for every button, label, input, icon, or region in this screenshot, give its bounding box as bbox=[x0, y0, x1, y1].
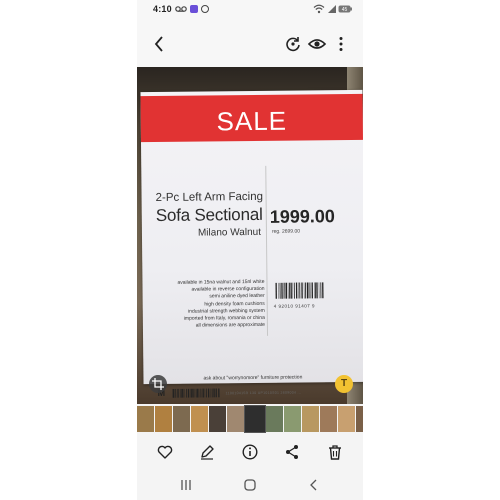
regular-price: reg. 2699.00 bbox=[271, 228, 301, 235]
product-line1: 2-Pc Left Arm Facing bbox=[155, 190, 264, 205]
battery-icon: 45 bbox=[338, 5, 352, 13]
voicemail-icon bbox=[175, 6, 187, 12]
filmstrip-thumb[interactable] bbox=[302, 406, 319, 432]
trash-icon[interactable] bbox=[326, 443, 344, 461]
barcode bbox=[275, 282, 324, 299]
filmstrip-thumb[interactable] bbox=[320, 406, 337, 432]
eye-icon[interactable] bbox=[307, 34, 327, 54]
bottom-codes: 110010415R 130 UP1010S01 2609004 ... bbox=[225, 390, 302, 396]
app-notification-icon bbox=[190, 5, 198, 13]
status-bar: 4:10 45 bbox=[137, 0, 363, 20]
share-icon[interactable] bbox=[283, 443, 301, 461]
action-bar bbox=[137, 437, 363, 467]
protection-note: ask about "worrynomore" furniture protec… bbox=[203, 374, 303, 382]
filmstrip-thumb[interactable] bbox=[173, 406, 190, 432]
recents-icon[interactable] bbox=[179, 478, 193, 492]
heart-icon[interactable] bbox=[156, 443, 174, 461]
tag-divider bbox=[265, 165, 269, 336]
sale-price: 1999.00 bbox=[269, 206, 335, 227]
filmstrip-thumb[interactable] bbox=[137, 406, 154, 432]
home-icon[interactable] bbox=[243, 478, 257, 492]
wifi-icon bbox=[313, 4, 325, 14]
signal-icon bbox=[328, 5, 336, 13]
crop-icon[interactable] bbox=[149, 375, 167, 393]
app-bar bbox=[137, 20, 363, 67]
text-extract-icon[interactable]: T bbox=[335, 375, 353, 393]
filmstrip-thumb[interactable] bbox=[227, 406, 244, 432]
navigation-bar bbox=[137, 470, 363, 500]
feature-list: available in 15na walnut and 15nl white … bbox=[152, 279, 265, 331]
filmstrip-thumb-current[interactable] bbox=[244, 405, 266, 433]
status-time: 4:10 bbox=[153, 4, 172, 14]
filmstrip-thumb[interactable] bbox=[155, 406, 172, 432]
feature-item: all dimensions are approximate bbox=[195, 322, 265, 329]
barcode-number: 4 92010 91407 9 bbox=[273, 303, 316, 309]
sale-label: SALE bbox=[216, 105, 288, 137]
filmstrip-thumb[interactable] bbox=[209, 406, 226, 432]
remaster-icon[interactable] bbox=[283, 34, 303, 54]
product-name: Sofa Sectional bbox=[155, 204, 263, 226]
back-arrow-icon[interactable] bbox=[150, 34, 170, 54]
price-tag: SALE 2-Pc Left Arm Facing Sofa Sectional… bbox=[140, 89, 363, 398]
back-chevron-icon[interactable] bbox=[307, 478, 321, 492]
product-color: Milano Walnut bbox=[197, 226, 262, 239]
phone-screen: 4:10 45 SALE 2-Pc Left Arm Facing Sofa S… bbox=[137, 0, 363, 500]
filmstrip-thumb[interactable] bbox=[356, 406, 363, 432]
info-icon[interactable] bbox=[241, 443, 259, 461]
filmstrip bbox=[137, 405, 363, 433]
pencil-icon[interactable] bbox=[198, 443, 216, 461]
bottom-barcode bbox=[172, 388, 220, 398]
whatsapp-icon bbox=[201, 5, 209, 13]
filmstrip-thumb[interactable] bbox=[266, 406, 283, 432]
svg-text:45: 45 bbox=[342, 7, 348, 13]
filmstrip-thumb[interactable] bbox=[191, 406, 208, 432]
filmstrip-thumb[interactable] bbox=[338, 406, 355, 432]
photo-viewer[interactable]: SALE 2-Pc Left Arm Facing Sofa Sectional… bbox=[137, 67, 363, 404]
text-extract-label: T bbox=[340, 378, 348, 389]
filmstrip-thumb[interactable] bbox=[284, 406, 301, 432]
more-vertical-icon[interactable] bbox=[331, 34, 351, 54]
sale-banner: SALE bbox=[140, 93, 363, 143]
